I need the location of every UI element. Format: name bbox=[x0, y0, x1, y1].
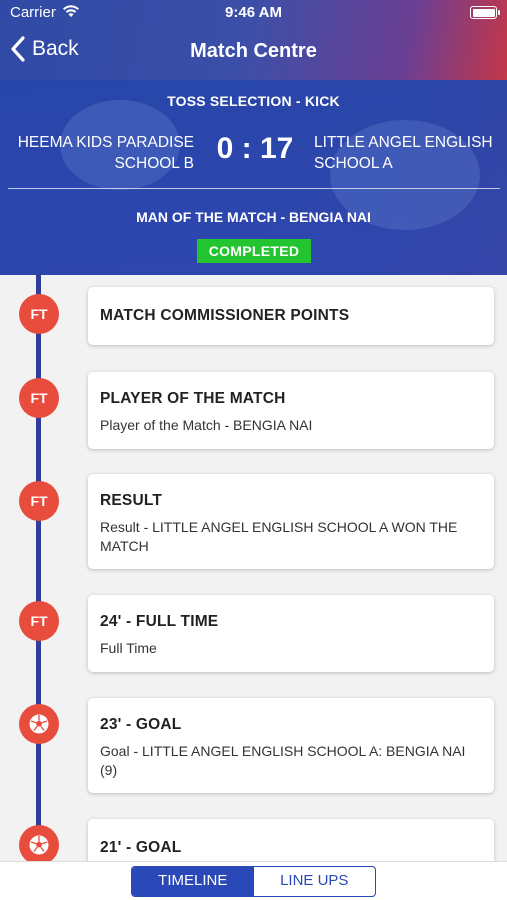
page-title: Match Centre bbox=[190, 40, 317, 62]
full-time-marker: FT bbox=[19, 378, 59, 418]
full-time-marker: FT bbox=[19, 481, 59, 521]
event-title: MATCH COMMISSIONER POINTS bbox=[100, 307, 350, 324]
football-icon bbox=[29, 835, 49, 855]
timeline-card[interactable]: RESULT Result - LITTLE ANGEL ENGLISH SCH… bbox=[88, 474, 494, 569]
status-badge: COMPLETED bbox=[197, 239, 311, 263]
timeline-line bbox=[36, 275, 41, 861]
full-time-marker: FT bbox=[19, 294, 59, 334]
football-icon bbox=[29, 714, 49, 734]
event-title: 21' - GOAL bbox=[100, 839, 182, 856]
full-time-marker: FT bbox=[19, 601, 59, 641]
timeline-card[interactable]: PLAYER OF THE MATCH Player of the Match … bbox=[88, 372, 494, 449]
event-detail: Player of the Match - BENGIA NAI bbox=[100, 417, 313, 433]
event-title: 23' - GOAL bbox=[100, 716, 182, 733]
timeline-card[interactable]: MATCH COMMISSIONER POINTS bbox=[88, 287, 494, 345]
timeline-card[interactable]: 21' - GOAL bbox=[88, 819, 494, 861]
scoreline: 0 : 17 bbox=[200, 132, 310, 166]
score-separator: : bbox=[241, 132, 252, 165]
status-bar: Carrier 9:46 AM bbox=[0, 0, 507, 26]
event-detail: Goal - LITTLE ANGEL ENGLISH SCHOOL A: BE… bbox=[100, 743, 466, 778]
clock: 9:46 AM bbox=[225, 4, 282, 21]
event-title: PLAYER OF THE MATCH bbox=[100, 390, 286, 407]
timeline-card[interactable]: 23' - GOAL Goal - LITTLE ANGEL ENGLISH S… bbox=[88, 698, 494, 793]
goal-marker bbox=[19, 825, 59, 861]
navigation-bar: Back Match Centre bbox=[0, 30, 507, 74]
home-team-name: HEEMA KIDS PARADISE SCHOOL B bbox=[17, 134, 194, 172]
man-of-the-match: MAN OF THE MATCH - BENGIA NAI bbox=[136, 209, 371, 225]
battery-icon bbox=[470, 6, 500, 19]
away-team-name: LITTLE ANGEL ENGLISH SCHOOL A bbox=[314, 134, 493, 172]
toss-selection: TOSS SELECTION - KICK bbox=[167, 93, 340, 109]
timeline[interactable]: FT MATCH COMMISSIONER POINTS FT PLAYER O… bbox=[0, 275, 507, 861]
event-title: RESULT bbox=[100, 492, 163, 509]
tab-timeline[interactable]: TIMELINE bbox=[132, 867, 254, 896]
event-title: 24' - FULL TIME bbox=[100, 613, 219, 630]
event-detail: Result - LITTLE ANGEL ENGLISH SCHOOL A W… bbox=[100, 519, 458, 554]
divider bbox=[8, 188, 500, 189]
tab-line-ups[interactable]: LINE UPS bbox=[254, 867, 376, 896]
event-detail: Full Time bbox=[100, 640, 157, 656]
match-header: Carrier 9:46 AM Back Match Centre TOSS S… bbox=[0, 0, 507, 275]
timeline-card[interactable]: 24' - FULL TIME Full Time bbox=[88, 595, 494, 672]
goal-marker bbox=[19, 704, 59, 744]
segmented-control: TIMELINE LINE UPS bbox=[131, 866, 376, 897]
away-score: 17 bbox=[260, 132, 294, 165]
home-score: 0 bbox=[216, 132, 234, 165]
bottom-tab-bar: TIMELINE LINE UPS bbox=[0, 861, 507, 900]
